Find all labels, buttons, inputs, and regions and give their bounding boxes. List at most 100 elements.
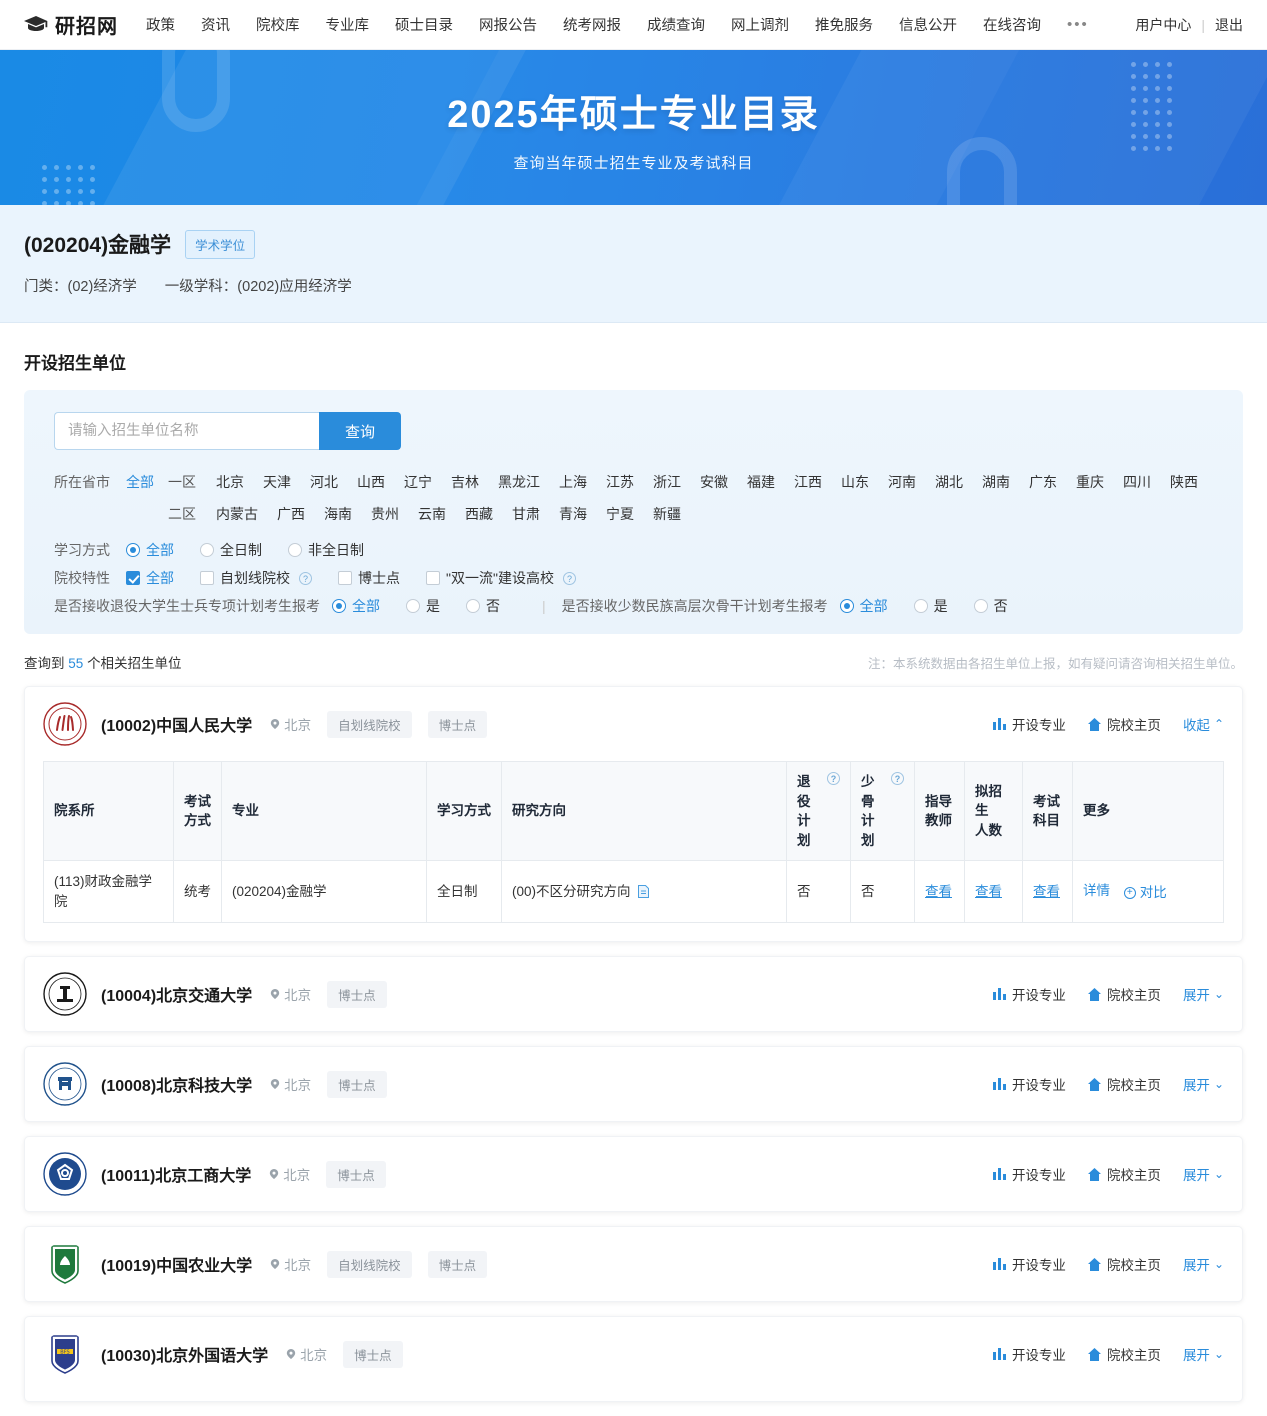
- nav-more-icon[interactable]: •••: [1067, 16, 1089, 33]
- view-subjects-link[interactable]: 查看: [1033, 884, 1060, 899]
- view-quota-link[interactable]: 查看: [975, 884, 1002, 899]
- nav-item-4[interactable]: 硕士目录: [395, 14, 453, 35]
- province-item[interactable]: 河北: [310, 468, 338, 496]
- veteran-option-all[interactable]: 全部: [332, 596, 380, 616]
- school-homepage-link[interactable]: 院校主页: [1087, 1344, 1161, 1364]
- province-item[interactable]: 天津: [263, 468, 291, 496]
- province-item[interactable]: 北京: [216, 468, 244, 496]
- province-item[interactable]: 海南: [324, 500, 352, 528]
- province-item[interactable]: 湖北: [935, 468, 963, 496]
- school-card-header[interactable]: (10019)中国农业大学 北京 自划线院校 博士点 开设专业 院校主页 展开 …: [25, 1227, 1242, 1301]
- province-item[interactable]: 西藏: [465, 500, 493, 528]
- province-item[interactable]: 山东: [841, 468, 869, 496]
- expand-toggle[interactable]: 展开 ⌄: [1183, 1254, 1224, 1274]
- view-advisor-link[interactable]: 查看: [925, 884, 952, 899]
- nav-item-11[interactable]: 在线咨询: [983, 14, 1041, 35]
- province-item[interactable]: 黑龙江: [498, 468, 540, 496]
- nav-item-10[interactable]: 信息公开: [899, 14, 957, 35]
- help-icon[interactable]: ?: [827, 772, 840, 785]
- nav-item-8[interactable]: 网上调剂: [731, 14, 789, 35]
- open-majors-link[interactable]: 开设专业: [992, 714, 1066, 734]
- province-item[interactable]: 河南: [888, 468, 916, 496]
- school-homepage-link[interactable]: 院校主页: [1087, 714, 1161, 734]
- study-mode-option-parttime[interactable]: 非全日制: [288, 540, 364, 560]
- province-item[interactable]: 新疆: [653, 500, 681, 528]
- province-item[interactable]: 内蒙古: [216, 500, 258, 528]
- open-majors-link[interactable]: 开设专业: [992, 1164, 1066, 1184]
- document-icon[interactable]: [638, 885, 650, 899]
- province-item[interactable]: 江西: [794, 468, 822, 496]
- province-item[interactable]: 宁夏: [606, 500, 634, 528]
- province-item[interactable]: 浙江: [653, 468, 681, 496]
- minority-option-yes[interactable]: 是: [913, 596, 948, 616]
- site-logo[interactable]: 研招网: [24, 10, 118, 39]
- province-item[interactable]: 陕西: [1170, 468, 1198, 496]
- open-majors-link[interactable]: 开设专业: [992, 984, 1066, 1004]
- collapse-toggle[interactable]: 收起 ⌃: [1183, 714, 1224, 734]
- nav-item-5[interactable]: 网报公告: [479, 14, 537, 35]
- open-majors-link[interactable]: 开设专业: [992, 1344, 1066, 1364]
- school-feature-option-all[interactable]: 全部: [126, 568, 174, 588]
- school-card-header[interactable]: (10011)北京工商大学 北京 博士点 开设专业 院校主页 展开 ⌄: [25, 1137, 1242, 1211]
- zone-1-label: 一区: [168, 474, 196, 490]
- school-homepage-link[interactable]: 院校主页: [1087, 1254, 1161, 1274]
- province-item[interactable]: 湖南: [982, 468, 1010, 496]
- study-mode-option-fulltime[interactable]: 全日制: [200, 540, 262, 560]
- province-item[interactable]: 四川: [1123, 468, 1151, 496]
- school-city: 北京: [284, 988, 312, 1004]
- school-homepage-link[interactable]: 院校主页: [1087, 984, 1161, 1004]
- veteran-option-yes[interactable]: 是: [406, 596, 440, 616]
- province-item[interactable]: 山西: [357, 468, 385, 496]
- nav-item-2[interactable]: 院校库: [256, 14, 300, 35]
- user-center-link[interactable]: 用户中心: [1135, 15, 1191, 35]
- province-item[interactable]: 吉林: [451, 468, 479, 496]
- school-feature-option-self-line[interactable]: 自划线院校 ?: [200, 568, 312, 588]
- province-item[interactable]: 广东: [1029, 468, 1057, 496]
- study-mode-option-all[interactable]: 全部: [126, 540, 174, 560]
- help-icon[interactable]: ?: [299, 571, 312, 585]
- province-item[interactable]: 贵州: [371, 500, 399, 528]
- province-item[interactable]: 辽宁: [404, 468, 432, 496]
- logout-link[interactable]: 退出: [1215, 15, 1243, 35]
- nav-item-1[interactable]: 资讯: [201, 14, 230, 35]
- minority-option-all[interactable]: 全部: [839, 596, 888, 616]
- province-item[interactable]: 甘肃: [512, 500, 540, 528]
- school-card-header[interactable]: (10002)中国人民大学 北京 自划线院校 博士点 开设专业 院校主页 收起 …: [25, 687, 1242, 761]
- school-feature-option-double-first-class[interactable]: "双一流"建设高校 ?: [426, 568, 576, 588]
- school-card-header[interactable]: (10008)北京科技大学 北京 博士点 开设专业 院校主页 展开 ⌄: [25, 1047, 1242, 1121]
- province-all-option[interactable]: 全部: [126, 468, 168, 496]
- province-item[interactable]: 福建: [747, 468, 775, 496]
- open-majors-link[interactable]: 开设专业: [992, 1254, 1066, 1274]
- main-nav-links: 政策 资讯 院校库 专业库 硕士目录 网报公告 统考网报 成绩查询 网上调剂 推…: [146, 14, 1089, 35]
- help-icon[interactable]: ?: [891, 772, 904, 785]
- expand-toggle[interactable]: 展开 ⌄: [1183, 1344, 1224, 1364]
- nav-item-6[interactable]: 统考网报: [563, 14, 621, 35]
- nav-item-3[interactable]: 专业库: [326, 14, 370, 35]
- compare-button[interactable]: + 对比: [1123, 883, 1167, 903]
- search-button[interactable]: 查询: [319, 412, 401, 450]
- expand-toggle[interactable]: 展开 ⌄: [1183, 984, 1224, 1004]
- school-card-header[interactable]: (10004)北京交通大学 北京 博士点 开设专业 院校主页 展开 ⌄: [25, 957, 1242, 1031]
- school-card-header[interactable]: BFS (10030)北京外国语大学 北京 博士点 开设专业 院校主页 展开 ⌄: [25, 1317, 1242, 1391]
- province-item[interactable]: 上海: [559, 468, 587, 496]
- province-item[interactable]: 青海: [559, 500, 587, 528]
- help-icon[interactable]: ?: [562, 571, 576, 585]
- expand-toggle[interactable]: 展开 ⌄: [1183, 1074, 1224, 1094]
- expand-toggle[interactable]: 展开 ⌄: [1183, 1164, 1224, 1184]
- province-item[interactable]: 重庆: [1076, 468, 1104, 496]
- province-item[interactable]: 江苏: [606, 468, 634, 496]
- nav-item-7[interactable]: 成绩查询: [647, 14, 705, 35]
- school-feature-option-doctoral[interactable]: 博士点: [338, 568, 400, 588]
- school-homepage-link[interactable]: 院校主页: [1087, 1164, 1161, 1184]
- province-item[interactable]: 安徽: [700, 468, 728, 496]
- search-input[interactable]: [54, 412, 319, 450]
- nav-item-0[interactable]: 政策: [146, 14, 175, 35]
- minority-option-no[interactable]: 否: [973, 596, 1008, 616]
- open-majors-link[interactable]: 开设专业: [992, 1074, 1066, 1094]
- school-homepage-link[interactable]: 院校主页: [1087, 1074, 1161, 1094]
- nav-item-9[interactable]: 推免服务: [815, 14, 873, 35]
- veteran-option-no[interactable]: 否: [466, 596, 500, 616]
- province-item[interactable]: 广西: [277, 500, 305, 528]
- province-item[interactable]: 云南: [418, 500, 446, 528]
- detail-link[interactable]: 详情: [1083, 883, 1110, 898]
